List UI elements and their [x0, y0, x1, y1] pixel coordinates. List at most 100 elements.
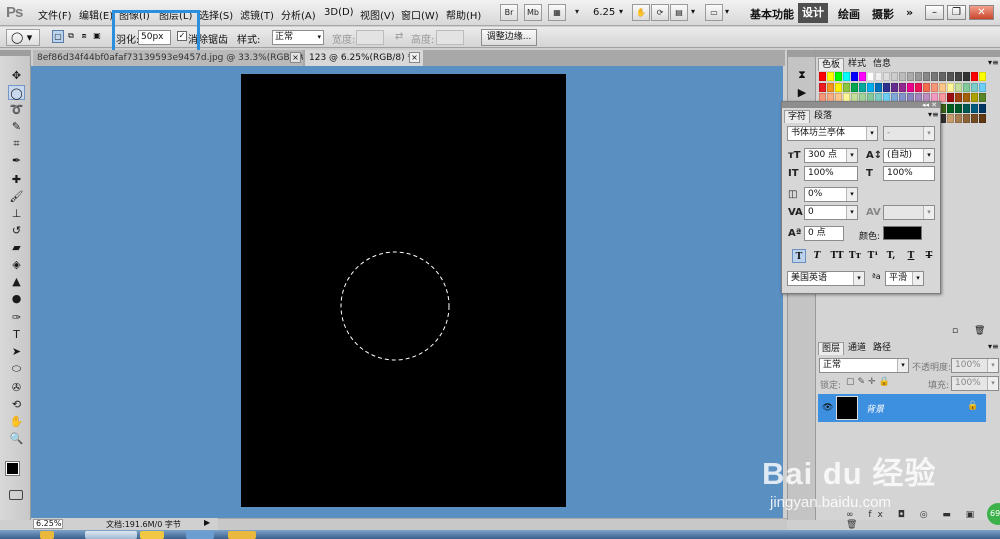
taskbar-ps-icon[interactable]: [228, 531, 256, 539]
layer-row-background[interactable]: 👁 背景 🔒: [818, 394, 986, 422]
screen-mode-button[interactable]: ▭: [705, 4, 723, 21]
color-swatch[interactable]: [947, 114, 954, 123]
paint-bucket-tool-icon[interactable]: ◈: [8, 257, 25, 272]
color-swatch[interactable]: [835, 82, 842, 92]
color-swatch[interactable]: [907, 82, 914, 92]
color-swatch[interactable]: [955, 93, 962, 102]
color-swatch[interactable]: [947, 72, 954, 81]
color-swatch[interactable]: [963, 82, 970, 92]
add-to-selection-button[interactable]: ⧉: [65, 30, 77, 43]
color-swatch[interactable]: [947, 103, 954, 113]
blur-tool-icon[interactable]: ▲: [8, 274, 25, 289]
tab-character[interactable]: 字符: [784, 110, 811, 123]
lock-icons[interactable]: ▢✎✛🔒: [846, 377, 893, 387]
color-swatch[interactable]: [931, 82, 938, 92]
tab-document-1[interactable]: 8ef86d34f44bf0afaf73139593e9457d.jpg @ 3…: [33, 50, 303, 66]
document-canvas[interactable]: [241, 74, 566, 507]
blend-mode-select[interactable]: 正常 ▾: [819, 358, 909, 373]
status-arrow-icon[interactable]: ▶: [204, 518, 210, 527]
swap-icon[interactable]: ⇄: [395, 31, 403, 42]
color-swatch[interactable]: [899, 82, 906, 92]
panel-titlebar[interactable]: [782, 102, 940, 108]
text-color-swatch[interactable]: [883, 226, 922, 240]
toolbox-grip[interactable]: [0, 50, 31, 56]
foreground-color-swatch[interactable]: [5, 461, 20, 476]
minimize-button[interactable]: –: [925, 5, 944, 20]
superscript-button[interactable]: T¹: [866, 249, 880, 263]
color-swatch[interactable]: [915, 72, 922, 81]
close-icon[interactable]: ×: [290, 52, 301, 63]
hand-tool-icon[interactable]: ✋: [8, 414, 25, 429]
taskbar-folder-icon[interactable]: [140, 531, 164, 539]
color-swatch[interactable]: [947, 82, 954, 92]
color-swatch[interactable]: [971, 72, 978, 81]
language-select[interactable]: 美国英语 ▾: [787, 271, 865, 286]
menu-file[interactable]: 文件(F): [38, 7, 72, 22]
color-swatch[interactable]: [931, 72, 938, 81]
close-icon[interactable]: ×: [409, 52, 420, 63]
horizontal-scrollbar[interactable]: [218, 518, 787, 530]
actions-panel-icon[interactable]: ▶: [794, 86, 810, 100]
tab-info[interactable]: 信息: [870, 58, 894, 71]
ellipse-marquee-tool-icon[interactable]: ◯: [8, 85, 25, 100]
arrange-docs-button[interactable]: ▤: [670, 4, 688, 21]
color-swatch[interactable]: [979, 82, 986, 92]
ellipse-shape-tool-icon[interactable]: ⬭: [8, 361, 25, 376]
taskbar-window-icon[interactable]: [186, 531, 214, 539]
vertical-scale-input[interactable]: 100%: [804, 166, 858, 181]
color-swatch[interactable]: [979, 114, 986, 123]
delete-swatch-icon[interactable]: 🗑: [974, 326, 985, 336]
panel-menu-icon[interactable]: ▾≡: [928, 110, 939, 119]
color-swatch[interactable]: [851, 72, 858, 81]
taskbar-app-button[interactable]: [85, 531, 137, 539]
color-swatch[interactable]: [955, 103, 962, 113]
color-swatch[interactable]: [883, 72, 890, 81]
refine-edge-button[interactable]: 调整边缘...: [481, 29, 537, 46]
workspace-painting[interactable]: 绘画: [838, 6, 860, 22]
color-swatch[interactable]: [859, 72, 866, 81]
small-caps-button[interactable]: Tт: [848, 249, 862, 263]
color-swatch[interactable]: [979, 72, 986, 81]
style-select[interactable]: 正常 ▾: [272, 30, 324, 45]
color-swatch[interactable]: [883, 82, 890, 92]
menu-analysis[interactable]: 分析(A): [281, 7, 316, 22]
new-selection-button[interactable]: ▢: [52, 30, 64, 43]
menu-view[interactable]: 视图(V): [360, 7, 395, 22]
tab-document-2[interactable]: 123 @ 6.25%(RGB/8) *: [305, 50, 423, 66]
color-swatch[interactable]: [827, 72, 834, 81]
quick-mask-icon[interactable]: [9, 490, 23, 500]
eye-icon[interactable]: 👁: [822, 403, 833, 413]
quick-select-tool-icon[interactable]: ✎: [8, 119, 25, 134]
zoom-dropdown-icon[interactable]: ▾: [619, 7, 623, 16]
underline-button[interactable]: T: [904, 249, 918, 263]
view-extras-button[interactable]: ▦: [548, 4, 566, 21]
status-zoom[interactable]: 6.25%: [33, 519, 63, 529]
color-swatch[interactable]: [899, 72, 906, 81]
color-swatch[interactable]: [819, 72, 826, 81]
strikethrough-button[interactable]: T: [922, 249, 936, 263]
history-brush-tool-icon[interactable]: ↺: [8, 223, 25, 238]
3d-rotate-tool-icon[interactable]: ✇: [8, 380, 25, 395]
close-button[interactable]: ✕: [969, 5, 994, 20]
color-swatch[interactable]: [819, 82, 826, 92]
color-swatch[interactable]: [843, 82, 850, 92]
antialias-select[interactable]: 平滑 ▾: [885, 271, 924, 286]
color-swatch[interactable]: [963, 72, 970, 81]
panel-menu-icon[interactable]: ▾≡: [988, 342, 999, 351]
color-swatch[interactable]: [963, 103, 970, 113]
width-input[interactable]: [356, 30, 384, 45]
healing-brush-tool-icon[interactable]: ✚: [8, 172, 25, 187]
workspace-more[interactable]: »: [906, 6, 913, 19]
collapse-icon[interactable]: ◂◂ ✕: [922, 101, 937, 109]
tab-paragraph[interactable]: 段落: [811, 110, 835, 123]
path-select-tool-icon[interactable]: ➤: [8, 344, 25, 359]
tool-preset-picker[interactable]: ◯ ▾: [6, 29, 40, 46]
tab-paths[interactable]: 路径: [870, 342, 894, 355]
subscript-button[interactable]: T,: [884, 249, 898, 263]
color-swatch[interactable]: [923, 82, 930, 92]
pen-tool-icon[interactable]: ✑: [8, 310, 25, 325]
panel-menu-icon[interactable]: ▾≡: [988, 58, 999, 67]
tab-swatches[interactable]: 色板: [818, 58, 845, 71]
color-swatch[interactable]: [867, 72, 874, 81]
brush-tool-icon[interactable]: 🖌: [8, 189, 25, 204]
